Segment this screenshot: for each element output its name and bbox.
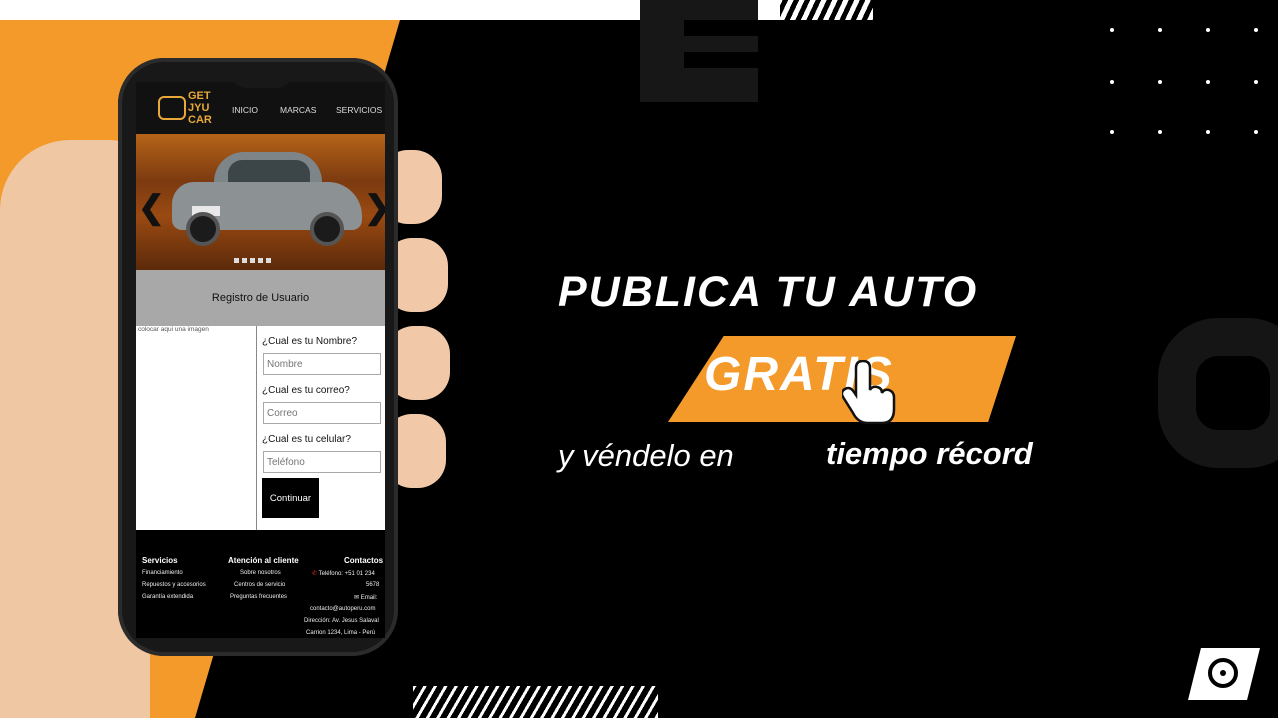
footer-support-title: Atención al cliente <box>228 556 299 565</box>
phone-question: ¿Cual es tu celular? <box>262 434 351 445</box>
mail-icon: ✉ <box>354 595 361 601</box>
hand-cursor-icon <box>842 360 896 424</box>
phone-field[interactable] <box>263 451 381 473</box>
background-letter-o <box>1158 318 1278 468</box>
name-question: ¿Cual es tu Nombre? <box>262 336 358 347</box>
footer-email[interactable]: contacto@autoperu.com <box>310 606 375 612</box>
site-logo[interactable]: GET JYU CAR <box>188 90 218 126</box>
car-image <box>172 148 362 248</box>
background-letter-e <box>640 0 758 102</box>
promo-sub-bold: tiempo récord <box>826 436 1033 471</box>
promo-sub-light: y véndelo en <box>558 438 734 473</box>
site-footer: Servicios Financiamiento Repuestos y acc… <box>136 530 385 638</box>
carousel-indicators <box>234 250 294 263</box>
car-carousel: ❮ ❯ <box>136 134 385 270</box>
carousel-dot[interactable] <box>234 258 239 263</box>
footer-phone: ✆ Teléfono: +51 01 234 <box>312 571 375 577</box>
image-hint: colocar aqui una imagen <box>138 326 209 333</box>
carousel-dot[interactable] <box>242 258 247 263</box>
footer-email-label: ✉ Email: <box>354 595 378 601</box>
bottom-stripes-decoration <box>413 686 658 718</box>
phone-icon: ✆ <box>312 571 319 577</box>
carousel-dot[interactable] <box>250 258 255 263</box>
footer-services-title: Servicios <box>142 556 178 565</box>
footer-link[interactable]: Financiamiento <box>142 570 183 576</box>
car-logo-icon <box>158 96 186 120</box>
register-title: Registro de Usuario <box>211 292 310 304</box>
tire-icon <box>1208 658 1238 688</box>
footer-link[interactable]: Garantía extendida <box>142 594 193 600</box>
footer-address-1: Dirección: Av. Jesus Salaval <box>304 618 379 624</box>
carousel-dot[interactable] <box>258 258 263 263</box>
footer-address-2: Carrion 1234, Lima - Perú <box>306 630 376 636</box>
carousel-prev-arrow-icon[interactable]: ❮ <box>138 188 165 226</box>
nav-inicio[interactable]: INICIO <box>232 105 258 115</box>
name-field[interactable] <box>263 353 381 375</box>
email-question: ¿Cual es tu correo? <box>262 385 350 396</box>
email-field[interactable] <box>263 402 381 424</box>
carousel-next-arrow-icon[interactable]: ❯ <box>364 188 385 226</box>
top-stripes-decoration <box>755 0 873 20</box>
dot-grid-decoration <box>1100 20 1270 140</box>
nav-servicios[interactable]: SERVICIOS <box>336 105 382 115</box>
phone-screen: GET JYU CAR INICIO MARCAS SERVICIOS ❮ ❯ … <box>136 82 385 638</box>
footer-link[interactable]: Preguntas frecuentes <box>230 594 287 600</box>
footer-link[interactable]: Repuestos y accesorios <box>142 582 206 588</box>
phone-notch <box>232 66 292 88</box>
nav-marcas[interactable]: MARCAS <box>280 105 316 115</box>
carousel-dot[interactable] <box>266 258 271 263</box>
promo-headline: PUBLICA TU AUTO <box>558 268 979 316</box>
footer-phone-cont: 5678 <box>366 582 380 588</box>
site-navbar: GET JYU CAR INICIO MARCAS SERVICIOS <box>136 82 385 134</box>
footer-contact-title: Contactos <box>344 556 384 565</box>
footer-link[interactable]: Centros de servicio <box>234 582 285 588</box>
image-upload-area[interactable] <box>136 326 257 530</box>
footer-link[interactable]: Sobre nosotros <box>240 570 281 576</box>
continue-button[interactable]: Continuar <box>262 478 319 518</box>
